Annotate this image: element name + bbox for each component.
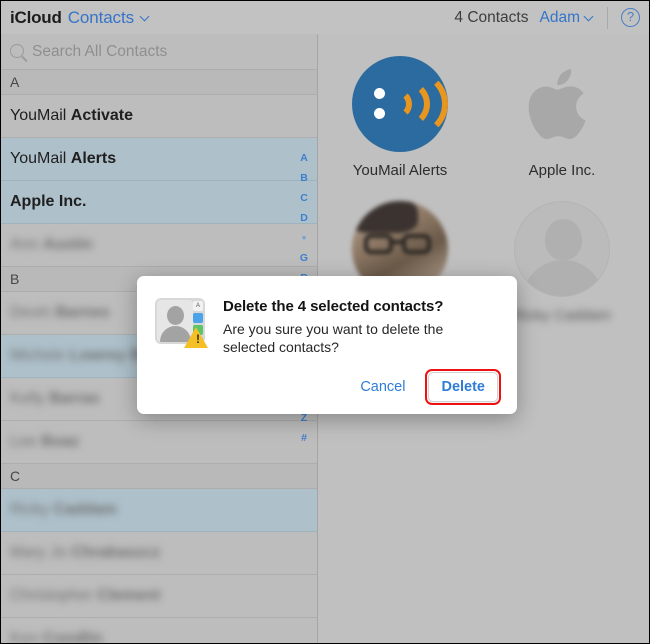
contact-name: YouMail Activate (10, 107, 134, 124)
contact-card-label: Apple Inc. (528, 162, 596, 179)
contact-name: YouMail Alerts (10, 150, 117, 167)
delete-button[interactable]: Delete (428, 372, 498, 402)
contact-list-row[interactable]: Apple Inc. (1, 181, 317, 224)
toolbar-left: iCloud Contacts (1, 1, 318, 34)
delete-button-highlight: Delete (425, 369, 501, 405)
chevron-down-icon[interactable] (141, 13, 150, 22)
apple-logo-icon (514, 56, 610, 152)
dialog-top: A ! Delete the 4 selected contacts? Are … (155, 296, 499, 357)
contact-name: Lee Boaz (10, 433, 80, 450)
contact-name: Kelly Barras (10, 390, 100, 407)
contact-name: Ken Condlin (10, 630, 103, 643)
contact-list-row[interactable]: Mary Jo Chrabaszcz (1, 532, 317, 575)
contact-card-label: Ricky Caddam (513, 307, 611, 324)
top-toolbar: iCloud Contacts 4 Contacts Adam ? (1, 1, 649, 34)
contact-card-label: YouMail Alerts (352, 162, 448, 179)
contact-name: Ann Austin (10, 236, 93, 253)
app-name-menu[interactable]: Contacts (68, 8, 134, 28)
section-header: A (1, 70, 317, 95)
contact-list-row[interactable]: Ann Austin (1, 224, 317, 267)
dialog-title: Delete the 4 selected contacts? (223, 298, 444, 315)
search-input[interactable]: Search All Contacts (32, 43, 167, 61)
contact-name: Christopher Clement (10, 587, 161, 604)
default-avatar-icon (514, 201, 610, 297)
contacts-warning-icon: A ! (155, 296, 208, 348)
icloud-brand[interactable]: iCloud (10, 8, 62, 28)
search-bar[interactable]: Search All Contacts (1, 34, 317, 70)
contact-name: Michele Lowrey Be (10, 347, 151, 364)
account-name: Adam (539, 8, 581, 26)
dialog-text: Delete the 4 selected contacts? Are you … (223, 296, 499, 357)
contact-card[interactable]: Apple Inc. (489, 56, 635, 179)
contact-count: 4 Contacts (454, 8, 529, 26)
search-icon (10, 44, 24, 58)
delete-confirmation-dialog: A ! Delete the 4 selected contacts? Are … (137, 276, 517, 414)
contact-name: Devin Barnes (10, 304, 110, 321)
account-menu[interactable]: Adam (540, 9, 595, 27)
contact-name: Mary Jo Chrabaszcz (10, 544, 161, 561)
contact-name: Ricky Caddam (10, 501, 117, 518)
chevron-down-icon (585, 13, 594, 22)
youmail-logo-icon (352, 56, 448, 152)
toolbar-divider (607, 6, 608, 29)
contact-card[interactable]: YouMail Alerts (327, 56, 473, 179)
contact-list-row[interactable]: Ken Condlin (1, 618, 317, 643)
section-header: C (1, 464, 317, 489)
contact-list-row[interactable]: Christopher Clement (1, 575, 317, 618)
icloud-contacts-window: iCloud Contacts 4 Contacts Adam ? Search… (0, 0, 650, 644)
toolbar-right: 4 Contacts Adam ? (318, 1, 649, 34)
help-circle-icon[interactable]: ? (621, 8, 640, 27)
cancel-button[interactable]: Cancel (348, 373, 417, 401)
contact-list-row[interactable]: Lee Boaz (1, 421, 317, 464)
contact-list-row[interactable]: Ricky Caddam (1, 489, 317, 532)
contact-list-row[interactable]: YouMail Alerts (1, 138, 317, 181)
contact-name: Apple Inc. (10, 193, 87, 210)
dialog-buttons: Cancel Delete (348, 369, 501, 405)
dialog-message: Are you sure you want to delete the sele… (223, 321, 444, 356)
contact-list-row[interactable]: YouMail Activate (1, 95, 317, 138)
